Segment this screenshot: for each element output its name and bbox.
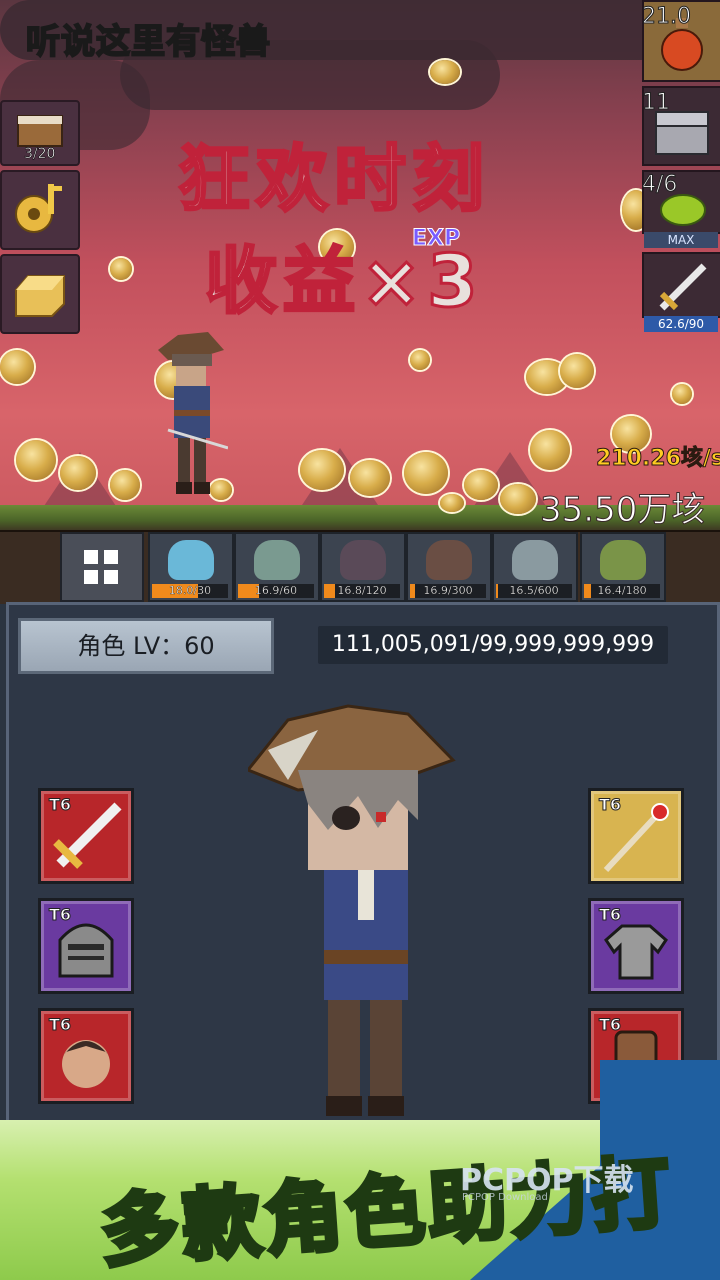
- coin[interactable]: [350, 460, 390, 496]
- character-level: 角色 LV：60: [77, 632, 215, 660]
- sword-icon: [659, 263, 707, 311]
- companion-slot[interactable]: T6: [38, 1008, 134, 1104]
- slime-count: 4/6: [641, 172, 678, 198]
- monster-progress-text: 16.9/60: [254, 584, 298, 597]
- monster-card-bat-demon[interactable]: 16.8/120: [320, 532, 406, 602]
- character-level-box: 角色 LV：60: [18, 618, 274, 674]
- coin[interactable]: [530, 430, 570, 470]
- monster-card-goblin[interactable]: 16.4/180: [580, 532, 666, 602]
- portrait-icon: [60, 1040, 112, 1088]
- battle-scene[interactable]: 听说这里有怪兽 狂欢时刻 收益×3 EXP 210.26垓/s 35.50万垓 …: [0, 0, 720, 530]
- staff-slot[interactable]: T6: [588, 788, 684, 884]
- coin[interactable]: [464, 470, 498, 500]
- coin[interactable]: [60, 456, 96, 490]
- menu-button[interactable]: [60, 532, 144, 602]
- tentacle-beast-icon: [426, 540, 472, 580]
- monster-card-hooded-ghost[interactable]: 16.5/600: [492, 532, 578, 602]
- game-screen: 听说这里有怪兽 狂欢时刻 收益×3 EXP 210.26垓/s 35.50万垓 …: [0, 0, 720, 1280]
- hooded-ghost-icon: [512, 540, 558, 580]
- helmet-icon: [58, 923, 114, 978]
- monster-progress-text: 16.4/180: [597, 584, 647, 597]
- monster-card-zombie[interactable]: 16.9/60: [234, 532, 320, 602]
- monster-progress-text: 16.5/600: [509, 584, 559, 597]
- coin[interactable]: [560, 354, 594, 388]
- coin[interactable]: [16, 440, 56, 480]
- helmet-slot[interactable]: T6: [38, 898, 134, 994]
- sword-progress: 62.6/90: [644, 316, 718, 332]
- coin[interactable]: [500, 484, 536, 514]
- coin[interactable]: [404, 452, 448, 494]
- game-title: 听说这里有怪兽: [25, 21, 271, 63]
- goblin-icon: [600, 540, 646, 580]
- income-rate: 210.26垓/s: [595, 446, 720, 472]
- golden-key-button[interactable]: [0, 170, 80, 250]
- watermark-subtitle: PCPOP Download: [462, 1192, 548, 1203]
- exp-popup: EXP: [411, 226, 461, 252]
- monster-progress-text: 18.0/30: [168, 584, 212, 597]
- grid-menu-icon: [84, 550, 120, 586]
- coin[interactable]: [110, 258, 132, 280]
- crate-button[interactable]: 3/20: [0, 100, 80, 166]
- zombie-icon: [254, 540, 300, 580]
- sword-upgrade-button[interactable]: [642, 252, 720, 318]
- coin[interactable]: [300, 450, 344, 490]
- sword-icon: [53, 802, 122, 869]
- chest-count: 11: [642, 90, 671, 116]
- staff-icon: [603, 803, 669, 873]
- coin[interactable]: [110, 470, 140, 500]
- monster-card-tentacle-beast[interactable]: 16.9/300: [406, 532, 492, 602]
- monster-progress-text: 16.9/300: [423, 584, 473, 597]
- monster-progress-text: 16.8/120: [337, 584, 387, 597]
- character-portrait: [248, 704, 456, 1116]
- coin[interactable]: [430, 60, 460, 84]
- hero-sprite: [158, 332, 228, 494]
- max-badge: MAX: [644, 232, 718, 248]
- coin[interactable]: [0, 350, 34, 384]
- character-exp: 111,005,091/99,999,999,999: [318, 626, 668, 664]
- event-banner-title: 狂欢时刻: [176, 136, 491, 223]
- gold-bar-icon: [15, 275, 65, 317]
- coin[interactable]: [672, 384, 692, 404]
- coin[interactable]: [440, 494, 464, 512]
- monster-card-blue-slime[interactable]: 18.0/30: [148, 532, 234, 602]
- crate-count: 3/20: [24, 146, 56, 163]
- potion-count: 21.0: [642, 4, 692, 30]
- coin[interactable]: [410, 350, 430, 370]
- golden-key-icon: [15, 184, 62, 233]
- armor-slot[interactable]: T6: [588, 898, 684, 994]
- blue-slime-icon: [168, 540, 214, 580]
- crate-icon: [17, 115, 63, 147]
- armor-icon: [604, 924, 668, 980]
- bat-demon-icon: [340, 540, 386, 580]
- weapon-slot[interactable]: T6: [38, 788, 134, 884]
- gold-total: 35.50万垓: [539, 490, 706, 531]
- gold-bar-button[interactable]: [0, 254, 80, 334]
